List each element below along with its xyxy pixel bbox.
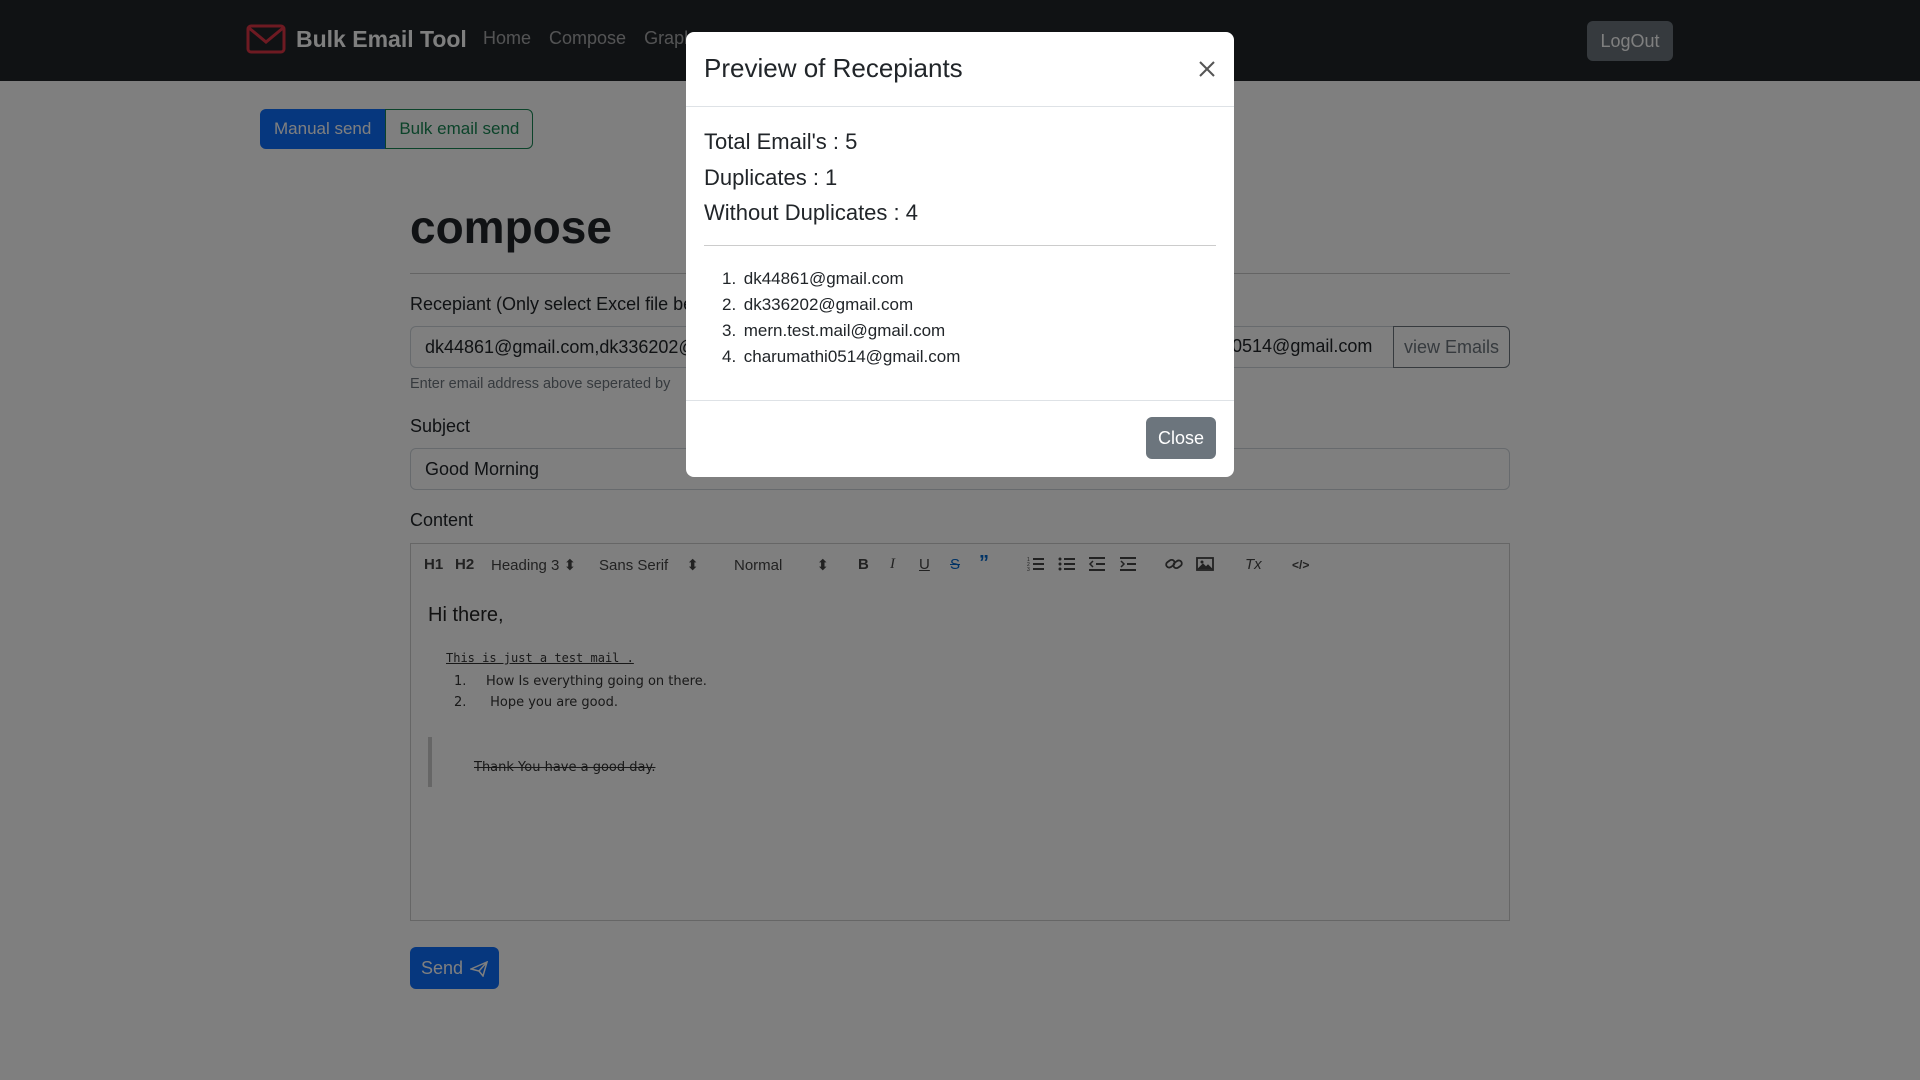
list-item: 1. dk44861@gmail.com — [722, 266, 1216, 292]
email-address: mern.test.mail@gmail.com — [743, 321, 946, 341]
total-emails-stat: Total Email's : 5 — [704, 129, 858, 154]
list-item-number: 1. — [722, 268, 737, 288]
without-duplicates-stat: Without Duplicates : 4 — [704, 200, 918, 225]
modal-footer: Close — [686, 400, 1234, 477]
list-item-number: 4. — [722, 347, 737, 367]
list-item-number: 2. — [722, 294, 737, 314]
list-item: 4. charumathi0514@gmail.com — [722, 344, 1216, 370]
recipients-preview-modal: Preview of Recepiants Total Email's : 5 … — [686, 32, 1234, 477]
duplicates-stat: Duplicates : 1 — [704, 164, 838, 190]
list-item: 2. dk336202@gmail.com — [722, 292, 1216, 318]
stats-divider — [704, 244, 1216, 246]
close-button[interactable]: Close — [1146, 417, 1216, 459]
email-list: 1. dk44861@gmail.com 2. dk336202@gmail.c… — [722, 266, 1216, 371]
modal-title: Preview of Recepiants — [704, 53, 963, 83]
list-item-number: 3. — [722, 321, 737, 341]
email-address: dk336202@gmail.com — [743, 294, 914, 314]
email-address: charumathi0514@gmail.com — [743, 347, 961, 367]
close-icon[interactable] — [1192, 54, 1222, 84]
list-item: 3. mern.test.mail@gmail.com — [722, 318, 1216, 344]
modal-header: Preview of Recepiants — [686, 32, 1234, 107]
email-address: dk44861@gmail.com — [743, 268, 904, 288]
modal-body: Total Email's : 5 Duplicates : 1 Without… — [704, 124, 1216, 371]
